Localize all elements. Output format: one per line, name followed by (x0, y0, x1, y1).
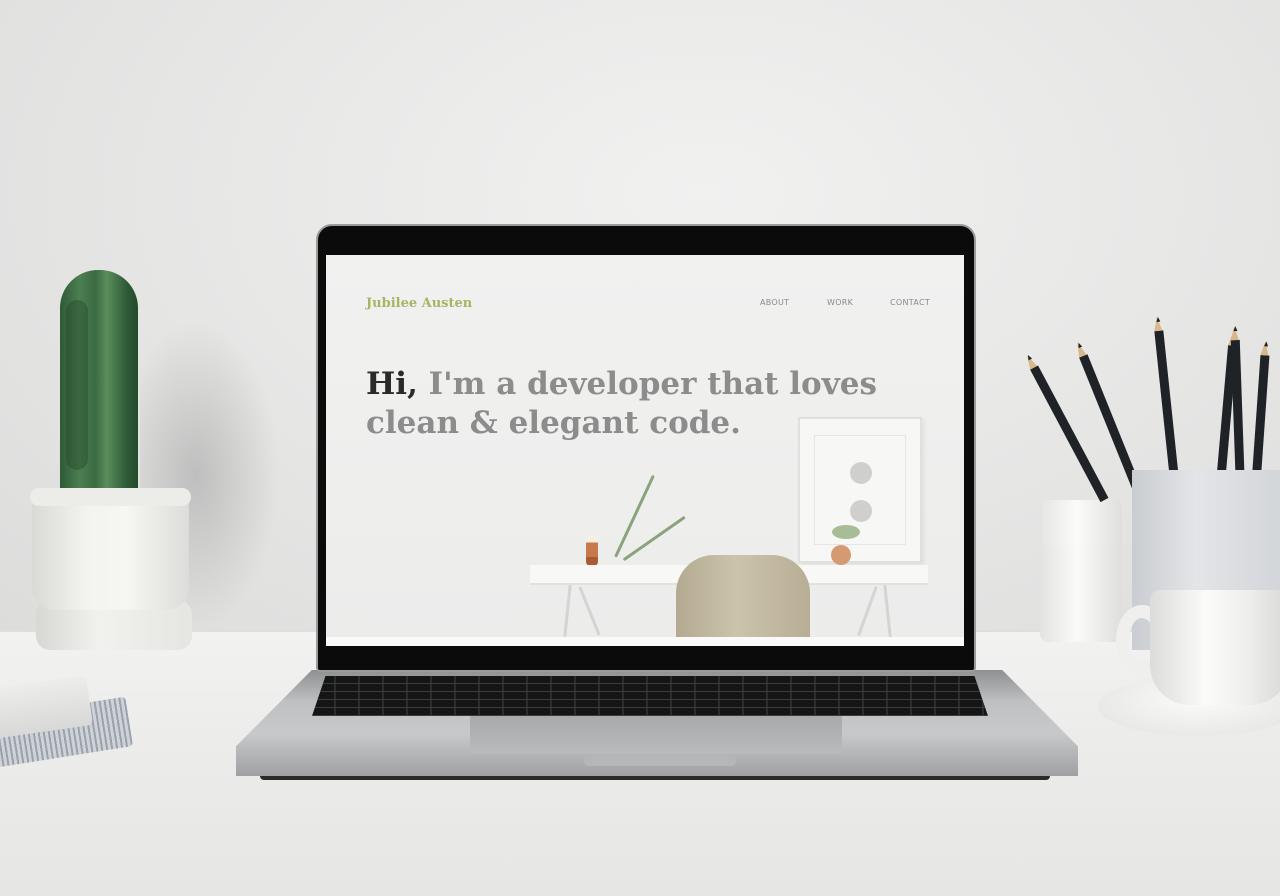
frame-art-circle (850, 500, 872, 522)
keyboard-rows (312, 676, 988, 716)
laptop-opening-notch (584, 756, 736, 766)
picture-frame (798, 417, 922, 563)
site-footer-strip (326, 637, 964, 646)
cactus-rib (66, 300, 88, 470)
plant-pot-rim (30, 488, 191, 506)
nav-work-link[interactable]: WORK (827, 298, 853, 307)
site-logo[interactable]: Jubilee Austen (366, 296, 472, 311)
nav-contact-link[interactable]: CONTACT (890, 298, 930, 307)
white-jar-lid (1042, 500, 1120, 546)
copper-vase (831, 545, 851, 565)
desk-leg (578, 586, 601, 636)
desk-leg (883, 584, 892, 638)
plant-stem (614, 474, 655, 558)
hero-line-2: clean & elegant code. (366, 405, 741, 441)
coffee-cup (1150, 590, 1280, 705)
succulent-leaves (832, 525, 860, 539)
frame-art-circle (850, 462, 872, 484)
hero-greeting: Hi, (366, 366, 418, 402)
plant-pot (32, 490, 189, 610)
nav-about-link[interactable]: ABOUT (760, 298, 789, 307)
hero-line-1: I'm a developer that loves (417, 366, 877, 402)
laptop-screen: Jubilee Austen ABOUT WORK CONTACT Hi, I'… (326, 255, 964, 646)
beige-chair (676, 555, 810, 645)
candle-holder (586, 533, 598, 567)
trackpad (470, 716, 842, 754)
desk-leg (563, 584, 572, 638)
desk-leg (857, 586, 878, 636)
picture-frame-mat (814, 435, 906, 545)
